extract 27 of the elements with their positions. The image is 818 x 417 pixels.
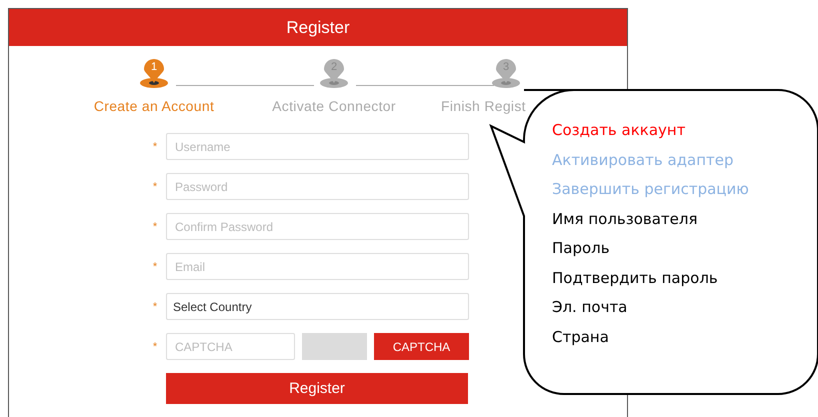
country-select[interactable]: Select Country <box>166 293 469 320</box>
required-mark: * <box>152 180 158 192</box>
input-field[interactable]: Email <box>166 253 469 280</box>
input-field[interactable]: Confirm Password <box>166 213 469 240</box>
step-label: Activate Connector <box>272 98 396 114</box>
captcha-button[interactable]: CAPTCHA <box>374 333 469 360</box>
annotation-text: Имя пользователя <box>552 208 699 230</box>
annotation-text: Эл. почта <box>552 297 628 318</box>
register-button[interactable]: Register <box>166 373 468 404</box>
input-field[interactable]: Username <box>166 133 469 160</box>
annotation-text: Создать аккаунт <box>552 120 686 141</box>
required-mark: * <box>152 300 158 312</box>
required-mark: * <box>152 220 158 232</box>
annotation-text: Завершить регистрацию <box>552 179 749 200</box>
captcha-image <box>302 333 367 360</box>
annotation-text: Пароль <box>552 238 611 259</box>
required-mark: * <box>152 260 158 272</box>
annotation-text: Подтвердить пароль <box>552 268 719 288</box>
window-title: Register <box>286 18 350 38</box>
annotation-text: Активировать адаптер <box>552 150 735 170</box>
captcha-field[interactable]: CAPTCHA <box>166 333 295 360</box>
input-field[interactable]: Password <box>166 173 469 200</box>
annotation-text: Страна <box>552 326 610 348</box>
required-mark: * <box>152 340 158 352</box>
step-label: Finish Regist <box>441 98 526 114</box>
step-label: Create an Account <box>94 98 214 114</box>
required-mark: * <box>152 140 158 152</box>
